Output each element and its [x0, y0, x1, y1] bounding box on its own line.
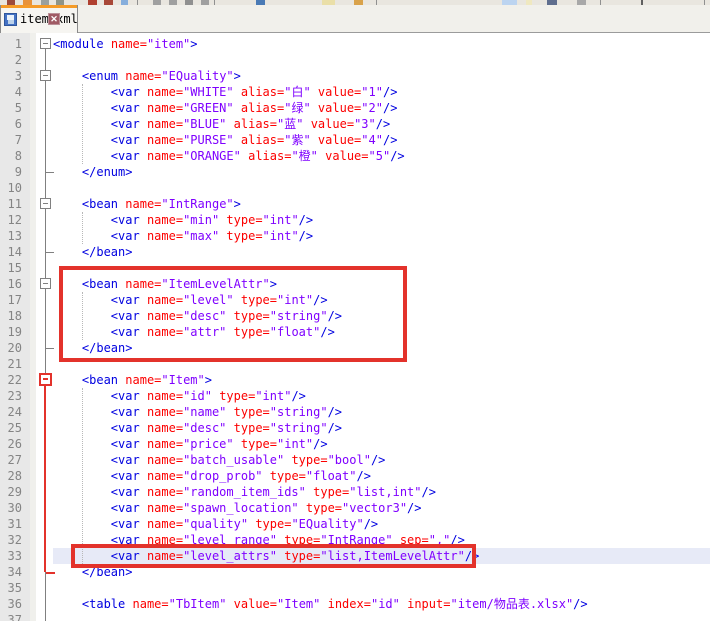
code-line[interactable]: <table name="TbItem" value="Item" index=…: [53, 596, 588, 612]
line-number: 23: [0, 388, 22, 404]
annotation-box-level-attrs-line: [71, 544, 476, 568]
code-line[interactable]: </enum>: [53, 164, 132, 180]
fold-end-tick: [46, 348, 54, 349]
line-number: 21: [0, 356, 22, 372]
line-number: 8: [0, 148, 22, 164]
code-line[interactable]: <var name="spawn_location" type="vector3…: [53, 500, 422, 516]
editor[interactable]: 1 <module name="item"> 23 <enum name="EQua…: [0, 33, 710, 621]
line-number: 20: [0, 340, 22, 356]
line-number: 31: [0, 516, 22, 532]
line-number: 28: [0, 468, 22, 484]
notepad-window: item.xml ✕ 1 <module name="item"> 23 <enum…: [0, 0, 710, 621]
line-number: 7: [0, 132, 22, 148]
fold-end-tick: [46, 252, 54, 253]
code-line[interactable]: <var name="id" type="int"/>: [53, 388, 306, 404]
fold-collapse-icon-annotated[interactable]: [39, 373, 52, 386]
line-number: 25: [0, 420, 22, 436]
line-number: 24: [0, 404, 22, 420]
code-line[interactable]: <module name="item">: [53, 36, 198, 52]
fold-line-annotated: [44, 385, 46, 572]
fold-collapse-icon[interactable]: [40, 38, 51, 49]
tab-close-icon[interactable]: ✕: [48, 13, 60, 25]
code-line[interactable]: <var name="ORANGE" alias="橙" value="5"/>: [53, 148, 405, 164]
line-number: 18: [0, 308, 22, 324]
line-number: 2: [0, 52, 22, 68]
line-number: 10: [0, 180, 22, 196]
code-line[interactable]: <var name="max" type="int"/>: [53, 228, 313, 244]
code-line[interactable]: <var name="GREEN" alias="绿" value="2"/>: [53, 100, 397, 116]
line-number: 26: [0, 436, 22, 452]
fold-end-tick: [46, 172, 54, 173]
line-number: 35: [0, 580, 22, 596]
line-number: 27: [0, 452, 22, 468]
line-number: 36: [0, 596, 22, 612]
line-number: 5: [0, 100, 22, 116]
line-number: 14: [0, 244, 22, 260]
line-number: 4: [0, 84, 22, 100]
line-number: 33: [0, 548, 22, 564]
annotation-box-itemlevelattr-bean: [59, 266, 407, 362]
fold-collapse-icon[interactable]: [40, 70, 51, 81]
code-line[interactable]: <var name="name" type="string"/>: [53, 404, 342, 420]
fold-end-tick-annotated: [46, 572, 55, 574]
line-number: 9: [0, 164, 22, 180]
tab-bar: item.xml ✕: [0, 5, 710, 33]
code-line[interactable]: <var name="price" type="int"/>: [53, 436, 328, 452]
line-number: 34: [0, 564, 22, 580]
code-line[interactable]: <var name="WHITE" alias="白" value="1"/>: [53, 84, 397, 100]
line-number: 22: [0, 372, 22, 388]
line-number: 13: [0, 228, 22, 244]
code-line[interactable]: <enum name="EQuality">: [53, 68, 241, 84]
code-line[interactable]: <var name="batch_usable" type="bool"/>: [53, 452, 385, 468]
line-number: 37: [0, 612, 22, 621]
line-number: 15: [0, 260, 22, 276]
code-line[interactable]: <bean name="Item">: [53, 372, 212, 388]
line-number: 12: [0, 212, 22, 228]
line-number: 32: [0, 532, 22, 548]
line-number: 29: [0, 484, 22, 500]
line-number: 6: [0, 116, 22, 132]
fold-collapse-icon[interactable]: [40, 198, 51, 209]
code-line[interactable]: <var name="BLUE" alias="蓝" value="3"/>: [53, 116, 390, 132]
code-line[interactable]: <var name="random_item_ids" type="list,i…: [53, 484, 436, 500]
code-line[interactable]: <var name="quality" type="EQuality"/>: [53, 516, 378, 532]
line-number: 16: [0, 276, 22, 292]
code-line[interactable]: <var name="desc" type="string"/>: [53, 420, 342, 436]
code-line[interactable]: <var name="drop_prob" type="float"/>: [53, 468, 371, 484]
code-line[interactable]: <var name="PURSE" alias="紫" value="4"/>: [53, 132, 397, 148]
line-number: 1: [0, 36, 22, 52]
fold-collapse-icon[interactable]: [40, 278, 51, 289]
save-icon: [4, 13, 17, 26]
line-number: 19: [0, 324, 22, 340]
code-line[interactable]: <var name="min" type="int"/>: [53, 212, 313, 228]
line-number: 11: [0, 196, 22, 212]
line-number: 3: [0, 68, 22, 84]
line-number: 30: [0, 500, 22, 516]
code-line[interactable]: </bean>: [53, 244, 132, 260]
code-line[interactable]: <bean name="IntRange">: [53, 196, 241, 212]
tab-item-xml[interactable]: item.xml ✕: [0, 5, 78, 33]
line-number: 17: [0, 292, 22, 308]
